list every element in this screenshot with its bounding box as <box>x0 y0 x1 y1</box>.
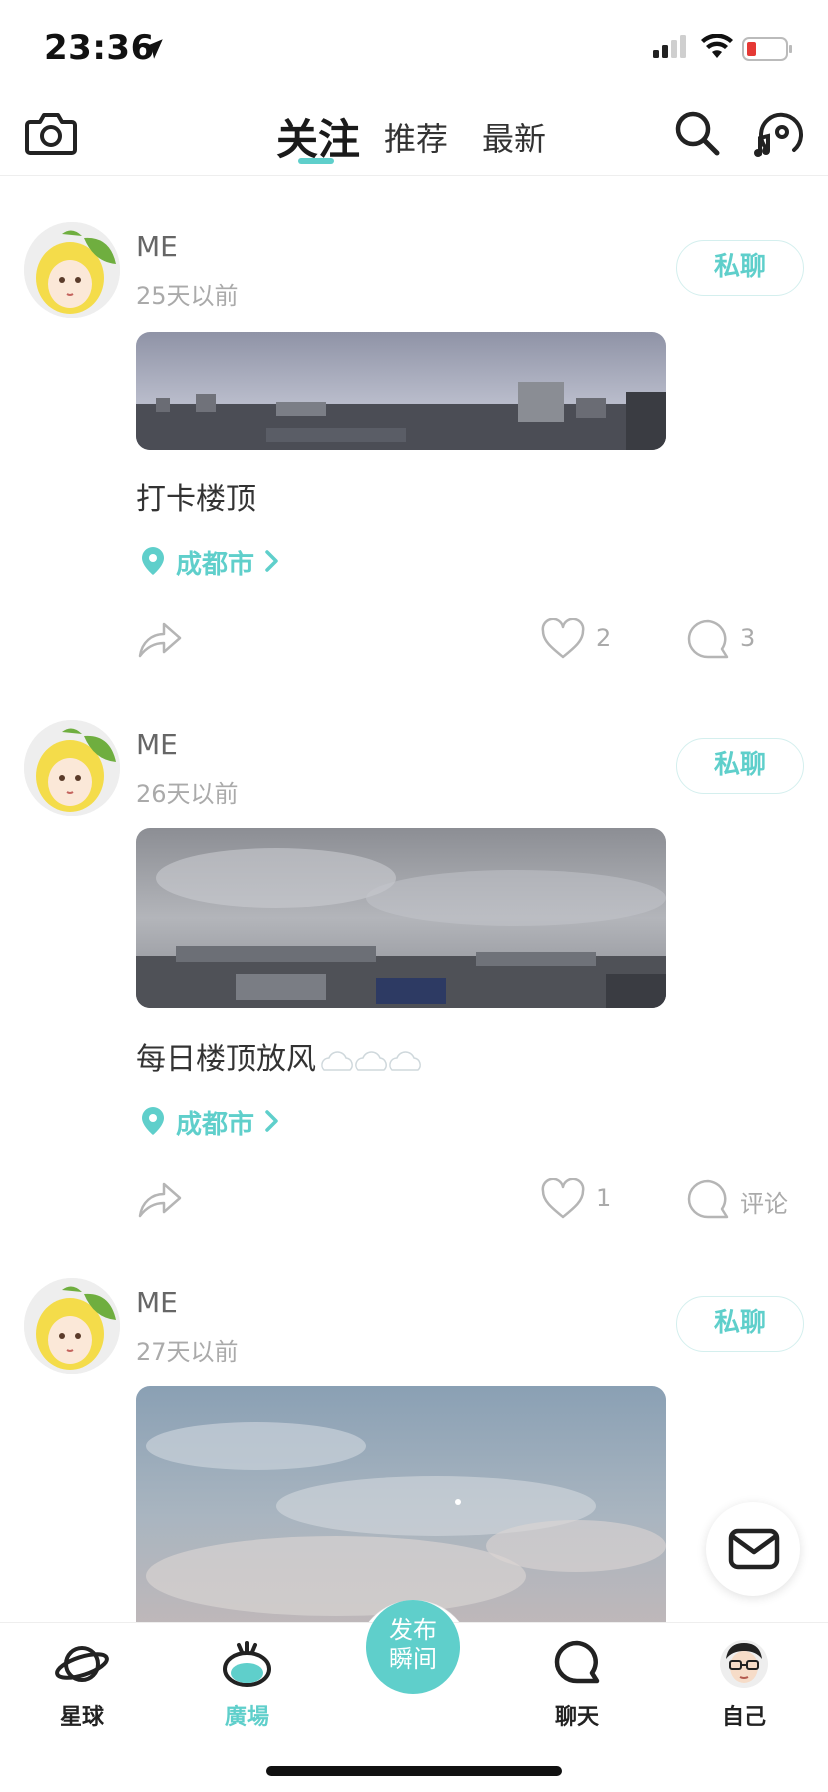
share-icon[interactable] <box>136 616 184 660</box>
chevron-right-icon <box>265 1110 278 1132</box>
share-icon[interactable] <box>136 1176 184 1220</box>
profile-avatar-icon <box>720 1640 768 1688</box>
feed-post: ME 26天以前 私聊 每日楼顶放风 成都市 1 评论 <box>0 720 828 1220</box>
tab-chat[interactable]: 聊天 <box>527 1639 627 1731</box>
location-name: 成都市 <box>176 1110 255 1140</box>
lemon-avatar-icon <box>24 222 120 318</box>
comment-bubble-icon[interactable] <box>686 618 730 660</box>
tab-profile[interactable]: 自己 <box>694 1639 794 1731</box>
heart-icon[interactable] <box>540 618 586 660</box>
like-count: 1 <box>596 1184 612 1212</box>
publish-moment-button[interactable]: 发布 瞬间 <box>366 1600 460 1694</box>
rooftop-panorama-image <box>136 332 666 450</box>
sky-clouds-image <box>136 1386 666 1622</box>
feed-post: ME 25天以前 私聊 打卡楼顶 成都市 2 3 <box>0 222 828 682</box>
status-bar: 23:36 <box>0 0 828 96</box>
mail-icon <box>728 1528 780 1570</box>
post-timestamp: 26天以前 <box>136 780 239 808</box>
tab-label: 廣場 <box>224 1705 269 1730</box>
home-indicator[interactable] <box>266 1766 562 1776</box>
status-time: 23:36 <box>44 28 155 68</box>
lemon-avatar-icon <box>24 1278 120 1374</box>
music-radar-icon[interactable] <box>752 108 806 158</box>
post-text: 每日楼顶放风 <box>136 1034 424 1078</box>
like-count: 2 <box>596 624 612 652</box>
tab-recommended[interactable]: 推荐 <box>384 114 448 160</box>
tab-label: 星球 <box>59 1705 104 1730</box>
author-name[interactable]: ME <box>136 1286 178 1319</box>
top-navigation: 关注 推荐 最新 <box>0 96 828 176</box>
author-name[interactable]: ME <box>136 230 178 263</box>
author-name[interactable]: ME <box>136 728 178 761</box>
messages-fab[interactable] <box>706 1502 800 1596</box>
post-photo[interactable] <box>136 1386 666 1622</box>
camera-icon[interactable] <box>24 108 78 158</box>
location-tag[interactable]: 成都市 <box>140 1104 300 1140</box>
post-photo[interactable] <box>136 828 666 1008</box>
private-chat-button[interactable]: 私聊 <box>676 738 804 794</box>
publish-label-line1: 发布 <box>389 1616 437 1644</box>
tab-label: 聊天 <box>554 1705 599 1730</box>
publish-label-line2: 瞬间 <box>389 1645 437 1673</box>
tab-planet[interactable]: 星球 <box>32 1639 132 1731</box>
chat-bubble-icon <box>554 1640 600 1684</box>
comment-label[interactable]: 评论 <box>740 1184 788 1219</box>
feed-post: ME 27天以前 私聊 <box>0 1278 828 1622</box>
post-photo[interactable] <box>136 332 666 450</box>
post-timestamp: 25天以前 <box>136 282 239 310</box>
cellular-signal-icon <box>653 35 686 58</box>
avatar[interactable] <box>24 1278 120 1374</box>
location-tag[interactable]: 成都市 <box>140 544 300 580</box>
location-pin-icon <box>142 547 164 575</box>
chevron-right-icon <box>265 550 278 572</box>
post-text-content: 每日楼顶放风 <box>136 1042 316 1077</box>
cloud-emoji-icon <box>321 1050 421 1071</box>
post-text: 打卡楼顶 <box>136 482 256 517</box>
avatar[interactable] <box>24 720 120 816</box>
private-chat-button[interactable]: 私聊 <box>676 1296 804 1352</box>
private-chat-button[interactable]: 私聊 <box>676 240 804 296</box>
lemon-avatar-icon <box>24 720 120 816</box>
battery-icon <box>742 37 792 61</box>
tab-plaza[interactable]: 廣場 <box>197 1639 297 1731</box>
plaza-icon <box>223 1641 271 1687</box>
active-tab-indicator <box>298 158 334 164</box>
comment-count[interactable]: 3 <box>740 624 755 652</box>
planet-icon <box>55 1646 109 1682</box>
tab-label: 自己 <box>721 1705 766 1730</box>
cloudy-city-image <box>136 828 666 1008</box>
post-timestamp: 27天以前 <box>136 1338 239 1366</box>
heart-icon[interactable] <box>540 1178 586 1220</box>
avatar[interactable] <box>24 222 120 318</box>
wifi-icon <box>701 34 733 58</box>
location-arrow-icon <box>143 39 163 59</box>
comment-bubble-icon[interactable] <box>686 1178 730 1220</box>
tab-latest[interactable]: 最新 <box>482 114 546 160</box>
location-name: 成都市 <box>176 550 255 580</box>
search-icon[interactable] <box>672 108 722 158</box>
location-pin-icon <box>142 1107 164 1135</box>
